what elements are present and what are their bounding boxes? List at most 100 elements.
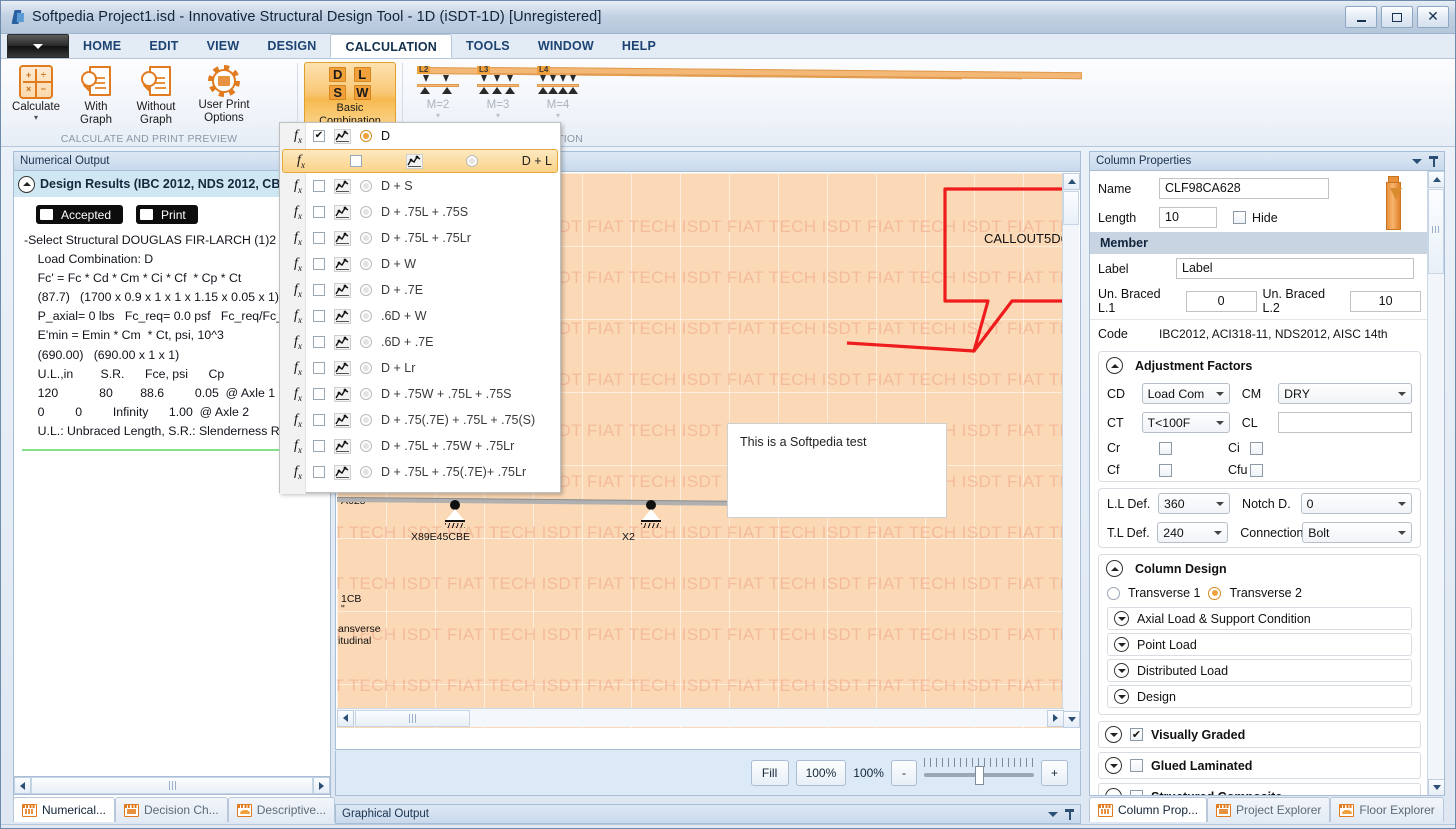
scroll-down-icon[interactable]: [1063, 711, 1080, 728]
menu-item-combination-8[interactable]: fx .6D + .7E: [280, 329, 560, 355]
structured-composite-checkbox[interactable]: [1130, 790, 1143, 795]
menu-item-combination-0[interactable]: fx ✔ D: [280, 123, 560, 149]
group-glued-laminated[interactable]: Glued Laminated: [1098, 752, 1421, 779]
menu-item-checkbox[interactable]: [313, 310, 325, 322]
properties-scroll-down-icon[interactable]: [1428, 779, 1444, 795]
zoom-in-button[interactable]: +: [1040, 760, 1068, 786]
maximize-button[interactable]: [1381, 6, 1413, 28]
menu-item-combination-13[interactable]: fx D + .75L + .75(.7E)+ .75Lr: [280, 459, 560, 485]
glued-laminated-checkbox[interactable]: [1130, 759, 1143, 772]
menu-item-combination-10[interactable]: fx D + .75W + .75L + .75S: [280, 381, 560, 407]
column-properties-vscrollbar[interactable]: [1427, 171, 1444, 795]
with-graph-button[interactable]: With Graph: [67, 62, 125, 126]
menu-item-combination-12[interactable]: fx D + .75L + .75W + .75Lr: [280, 433, 560, 459]
pin-icon-properties[interactable]: [1429, 155, 1438, 167]
menu-item-checkbox[interactable]: [313, 336, 325, 348]
chart-icon[interactable]: [334, 178, 351, 194]
menu-item-combination-2[interactable]: fx D + S: [280, 173, 560, 199]
menu-item-combination-5[interactable]: fx D + W: [280, 251, 560, 277]
formula-icon[interactable]: fx: [292, 438, 304, 455]
numerical-output-hscrollbar[interactable]: [13, 776, 331, 795]
menu-item-radio[interactable]: [466, 155, 479, 167]
chart-icon[interactable]: [334, 464, 351, 480]
tab-edit[interactable]: EDIT: [135, 34, 192, 58]
canvas-vscrollbar[interactable]: [1062, 173, 1080, 728]
tab-project-explorer[interactable]: Project Explorer: [1207, 797, 1331, 822]
menu-item-radio[interactable]: [360, 310, 372, 322]
accordion-design[interactable]: Design: [1107, 685, 1412, 708]
tab-descriptive[interactable]: Descriptive...: [227, 797, 336, 822]
collapse-icon-column-design[interactable]: [1106, 560, 1123, 577]
print-checkbox[interactable]: Print: [136, 205, 198, 224]
load-case-m3-button[interactable]: L3 M=3 ▾: [469, 62, 1023, 119]
menu-item-checkbox[interactable]: [313, 440, 325, 452]
menu-item-combination-9[interactable]: fx D + Lr: [280, 355, 560, 381]
expand-icon-distributed[interactable]: [1114, 663, 1129, 678]
menu-item-checkbox[interactable]: [350, 155, 363, 167]
menu-item-checkbox[interactable]: [313, 180, 325, 192]
menu-item-combination-1[interactable]: fx D + L: [282, 149, 558, 173]
chevron-down-icon-m3[interactable]: ▾: [496, 111, 500, 119]
fill-button[interactable]: Fill: [750, 760, 789, 786]
menu-item-checkbox[interactable]: [313, 284, 325, 296]
tab-home[interactable]: HOME: [69, 34, 135, 58]
chart-icon[interactable]: [334, 360, 351, 376]
ci-checkbox[interactable]: [1250, 441, 1263, 455]
chart-icon[interactable]: [334, 334, 351, 350]
ct-select[interactable]: T<100F: [1141, 412, 1230, 433]
menu-item-checkbox[interactable]: [313, 466, 325, 478]
chart-icon[interactable]: [334, 230, 351, 246]
group-structured-composite[interactable]: Structured Composite: [1098, 783, 1421, 795]
cm-select[interactable]: DRY: [1278, 383, 1412, 404]
chevron-down-icon-m2[interactable]: ▾: [436, 111, 440, 119]
cr-checkbox[interactable]: [1159, 441, 1172, 455]
tab-floor-explorer[interactable]: Floor Explorer: [1330, 797, 1444, 822]
menu-item-combination-6[interactable]: fx D + .7E: [280, 277, 560, 303]
ll-def-select[interactable]: 360: [1158, 493, 1231, 514]
canvas-scroll-left-icon[interactable]: [337, 709, 354, 727]
tab-tools[interactable]: TOOLS: [452, 34, 524, 58]
connection-select[interactable]: Bolt: [1302, 522, 1412, 543]
menu-item-radio[interactable]: [360, 336, 372, 348]
accordion-axial-load[interactable]: Axial Load & Support Condition: [1107, 607, 1412, 630]
chart-icon[interactable]: [334, 386, 351, 402]
expand-icon-visually-graded[interactable]: [1105, 726, 1122, 743]
formula-icon[interactable]: fx: [292, 308, 304, 325]
chart-icon[interactable]: [334, 256, 351, 272]
cl-input[interactable]: [1278, 412, 1412, 433]
menu-item-radio[interactable]: [360, 130, 372, 142]
menu-item-radio[interactable]: [360, 284, 372, 296]
formula-icon[interactable]: fx: [292, 360, 304, 377]
pin-icon-graphical[interactable]: [1065, 808, 1074, 820]
menu-item-radio[interactable]: [360, 388, 372, 400]
menu-item-radio[interactable]: [360, 466, 372, 478]
formula-icon[interactable]: fx: [295, 153, 307, 170]
chart-icon[interactable]: [334, 282, 351, 298]
notch-d-select[interactable]: 0: [1300, 493, 1412, 514]
without-graph-button[interactable]: Without Graph: [127, 62, 185, 126]
length-input[interactable]: 10: [1159, 207, 1217, 228]
zoom-preset-button[interactable]: 100%: [795, 760, 847, 786]
tab-calculation[interactable]: CALCULATION: [330, 34, 453, 58]
cfu-checkbox[interactable]: [1250, 463, 1263, 477]
note-box[interactable]: This is a Softpedia test: [727, 423, 947, 518]
calculate-button[interactable]: + ÷ × − Calculate ▾: [7, 62, 65, 121]
menu-item-checkbox[interactable]: [313, 206, 325, 218]
chevron-down-icon-graphical[interactable]: [1048, 811, 1058, 817]
menu-item-checkbox[interactable]: [313, 388, 325, 400]
expand-icon-point-load[interactable]: [1114, 637, 1129, 652]
formula-icon[interactable]: fx: [292, 230, 304, 247]
support-2[interactable]: [640, 500, 662, 528]
transverse-2-radio[interactable]: [1208, 586, 1222, 600]
menu-item-radio[interactable]: [360, 206, 372, 218]
chevron-down-icon-m4[interactable]: ▾: [556, 111, 560, 119]
menu-item-combination-11[interactable]: fx D + .75(.7E) + .75L + .75(S): [280, 407, 560, 433]
formula-icon[interactable]: fx: [292, 386, 304, 403]
cf-checkbox[interactable]: [1159, 463, 1172, 477]
transverse-1-radio[interactable]: [1107, 586, 1120, 600]
menu-item-combination-3[interactable]: fx D + .75L + .75S: [280, 199, 560, 225]
menu-item-radio[interactable]: [360, 258, 372, 270]
expand-icon-glued-laminated[interactable]: [1105, 757, 1122, 774]
menu-item-checkbox[interactable]: [313, 258, 325, 270]
formula-icon[interactable]: fx: [292, 128, 304, 145]
